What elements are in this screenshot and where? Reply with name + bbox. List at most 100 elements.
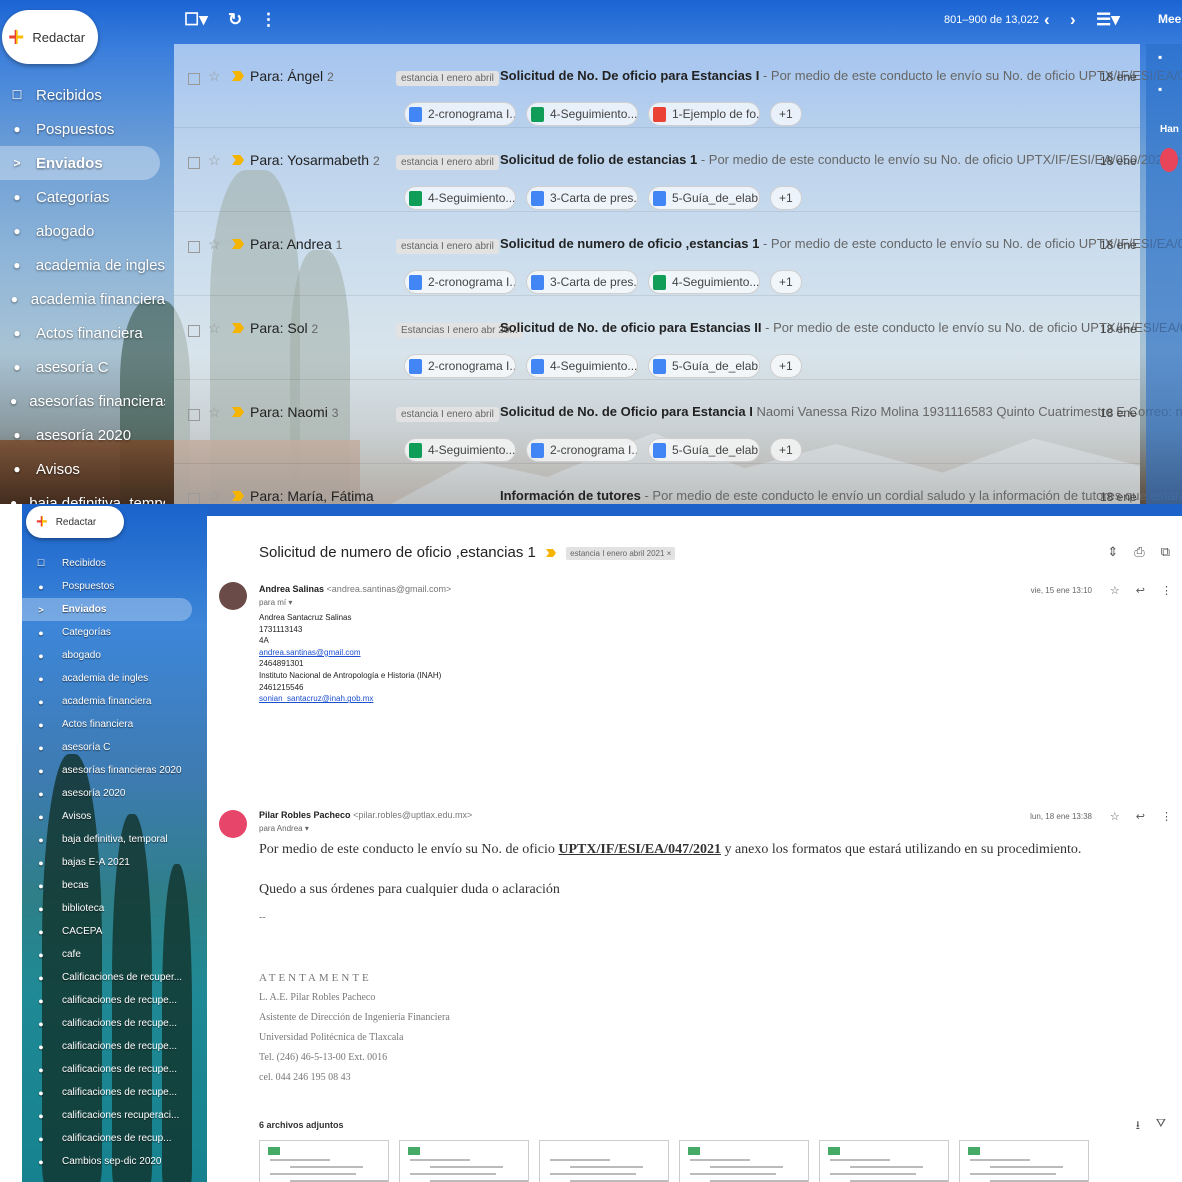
avatar[interactable] bbox=[219, 582, 247, 610]
email-link[interactable]: sonian_santacruz@inah.gob.mx bbox=[259, 693, 441, 705]
sidebar-item[interactable]: ● becas bbox=[22, 874, 207, 897]
more-vert-icon[interactable]: ⋮ bbox=[260, 10, 277, 30]
attachment-chip[interactable]: 4-Seguimiento... bbox=[648, 270, 760, 294]
row-checkbox[interactable] bbox=[188, 73, 200, 85]
sidebar-item[interactable]: ● cafe bbox=[22, 943, 207, 966]
more-attachments-chip[interactable]: +1 bbox=[770, 102, 802, 126]
sidebar-item[interactable]: ● Pospuestos bbox=[0, 112, 165, 146]
sidebar-item[interactable]: ● biblioteca bbox=[22, 897, 207, 920]
attachment-chip[interactable]: 2-cronograma I... bbox=[404, 270, 516, 294]
attachment-chip[interactable]: 2-cronograma I... bbox=[526, 438, 638, 462]
attachment-chip[interactable]: 3-Carta de pres... bbox=[526, 270, 638, 294]
sidebar-item[interactable]: ● calificaciones de recupe... bbox=[22, 1012, 207, 1035]
important-icon[interactable] bbox=[232, 71, 244, 81]
sidebar-item[interactable]: ● academia de ingles bbox=[0, 248, 165, 282]
more-attachments-chip[interactable]: +1 bbox=[770, 270, 802, 294]
row-checkbox[interactable] bbox=[188, 241, 200, 253]
attachment-chip[interactable]: 3-Carta de pres... bbox=[526, 186, 638, 210]
open-new-window-icon[interactable]: ⧉ bbox=[1161, 544, 1170, 560]
attachment-chip[interactable]: 4-Seguimiento... bbox=[404, 186, 516, 210]
sidebar-item[interactable]: ● CACEPA bbox=[22, 920, 207, 943]
prev-page-icon[interactable]: ‹ bbox=[1044, 10, 1050, 30]
sidebar-item[interactable]: ● Actos financiera bbox=[22, 713, 207, 736]
sidebar-item[interactable]: ☐ Recibidos bbox=[0, 78, 165, 112]
sidebar-item[interactable]: ● Pospuestos bbox=[22, 575, 207, 598]
sidebar-item[interactable]: ● Calificaciones de recuper... bbox=[22, 966, 207, 989]
sidebar-item[interactable]: ● baja definitiva, temporal bbox=[22, 828, 207, 851]
recipient-toggle[interactable]: para Andrea ▾ bbox=[259, 824, 309, 833]
attachment-thumbnail[interactable] bbox=[259, 1140, 389, 1182]
sidebar-item[interactable]: ● Avisos bbox=[0, 452, 165, 486]
sidebar-item[interactable]: ● baja definitiva, temporal bbox=[0, 486, 165, 505]
sidebar-item[interactable]: ● asesorías financieras 2020 bbox=[22, 759, 207, 782]
row-checkbox[interactable] bbox=[188, 325, 200, 337]
row-checkbox[interactable] bbox=[188, 493, 200, 504]
sidebar-item[interactable]: ☐ Recibidos bbox=[22, 552, 207, 575]
important-icon[interactable] bbox=[232, 407, 244, 417]
sidebar-item[interactable]: ● asesoría 2020 bbox=[22, 782, 207, 805]
attachment-chip[interactable]: 4-Seguimiento... bbox=[526, 354, 638, 378]
star-icon[interactable]: ☆ bbox=[208, 152, 221, 169]
attachment-thumbnail[interactable] bbox=[819, 1140, 949, 1182]
email-row[interactable]: ☆ Para: Ángel 2 estancia I enero abril Soli… bbox=[174, 44, 1182, 128]
star-icon[interactable]: ☆ bbox=[1110, 810, 1120, 823]
important-icon[interactable] bbox=[546, 549, 556, 557]
sidebar-item[interactable]: > Enviados bbox=[0, 146, 160, 180]
sidebar-item[interactable]: ● asesorías financieras bbox=[0, 384, 165, 418]
star-icon[interactable]: ☆ bbox=[208, 488, 221, 504]
signature-line[interactable]: andrea.santinas@gmail.com bbox=[259, 647, 441, 659]
sidebar-item[interactable]: ● calificaciones de recupe... bbox=[22, 989, 207, 1012]
compose-button[interactable]: + Redactar bbox=[26, 506, 124, 538]
sidebar-item[interactable]: ● Cambios sep-dic 2020 bbox=[22, 1150, 207, 1173]
download-all-icon[interactable]: ⭳ bbox=[1136, 1116, 1140, 1137]
sidebar-item[interactable]: ● asesoría C bbox=[22, 736, 207, 759]
sidebar-item[interactable]: ● calificaciones de recupe... bbox=[22, 1081, 207, 1104]
sidebar-item[interactable]: > Enviados bbox=[22, 598, 192, 621]
email-row[interactable]: ☆ Para: Naomi 3 estancia I enero abril Soli… bbox=[174, 380, 1182, 464]
important-icon[interactable] bbox=[232, 155, 244, 165]
expand-icon[interactable]: ⇕ bbox=[1107, 544, 1118, 560]
email-row[interactable]: ☆ Para: María, Fátima Información de tuto… bbox=[174, 464, 1182, 504]
sidebar-item[interactable]: ● abogado bbox=[22, 644, 207, 667]
attachment-chip[interactable]: 4-Seguimiento... bbox=[404, 438, 516, 462]
attachment-thumbnail[interactable] bbox=[399, 1140, 529, 1182]
compose-button[interactable]: + Redactar bbox=[2, 10, 98, 64]
attachment-thumbnail[interactable] bbox=[959, 1140, 1089, 1182]
keep-icon[interactable]: ▪ bbox=[1158, 82, 1162, 96]
sidebar-item[interactable]: ● Categorías bbox=[22, 621, 207, 644]
calendar-icon[interactable]: ▪ bbox=[1158, 50, 1162, 64]
sidebar-item[interactable]: ● academia financiera bbox=[22, 690, 207, 713]
sidebar-item[interactable]: ● calificaciones de recupe... bbox=[22, 1035, 207, 1058]
sidebar-item[interactable]: ● Avisos bbox=[22, 805, 207, 828]
attachment-thumbnail[interactable] bbox=[679, 1140, 809, 1182]
sidebar-item[interactable]: ● calificaciones de recup... bbox=[22, 1127, 207, 1150]
recipient-toggle[interactable]: para mí ▾ bbox=[259, 598, 292, 607]
star-icon[interactable]: ☆ bbox=[208, 404, 221, 421]
select-checkbox-icon[interactable]: ☐▾ bbox=[184, 10, 208, 30]
drive-add-icon[interactable]: ⛛ bbox=[1156, 1116, 1166, 1137]
more-attachments-chip[interactable]: +1 bbox=[770, 438, 802, 462]
sidebar-item[interactable]: ● academia financiera bbox=[0, 282, 165, 316]
sidebar-item[interactable]: ● Categorías bbox=[0, 180, 165, 214]
next-page-icon[interactable]: › bbox=[1070, 10, 1076, 30]
more-attachments-chip[interactable]: +1 bbox=[770, 186, 802, 210]
star-icon[interactable]: ☆ bbox=[208, 236, 221, 253]
sidebar-item[interactable]: ● abogado bbox=[0, 214, 165, 248]
refresh-icon[interactable]: ↻ bbox=[228, 10, 242, 30]
avatar[interactable] bbox=[219, 810, 247, 838]
more-attachments-chip[interactable]: +1 bbox=[770, 354, 802, 378]
important-icon[interactable] bbox=[232, 491, 244, 501]
sidebar-item[interactable]: ● calificaciones de recupe... bbox=[22, 1058, 207, 1081]
attachment-chip[interactable]: 1-Ejemplo de fo... bbox=[648, 102, 760, 126]
attachment-chip[interactable]: 2-cronograma I... bbox=[404, 354, 516, 378]
row-checkbox[interactable] bbox=[188, 157, 200, 169]
attachment-chip[interactable]: 5-Guía_de_elab... bbox=[648, 186, 760, 210]
avatar[interactable] bbox=[1160, 148, 1178, 172]
more-vert-icon[interactable]: ⋮ bbox=[1161, 810, 1172, 823]
sidebar-item[interactable]: ● asesoría 2020 bbox=[0, 418, 165, 452]
email-row[interactable]: ☆ Para: Andrea 1 estancia I enero abril Sol… bbox=[174, 212, 1182, 296]
sidebar-item[interactable]: ● asesoría C bbox=[0, 350, 165, 384]
more-vert-icon[interactable]: ⋮ bbox=[1161, 584, 1172, 597]
attachment-chip[interactable]: 2-cronograma I... bbox=[404, 102, 516, 126]
row-checkbox[interactable] bbox=[188, 409, 200, 421]
